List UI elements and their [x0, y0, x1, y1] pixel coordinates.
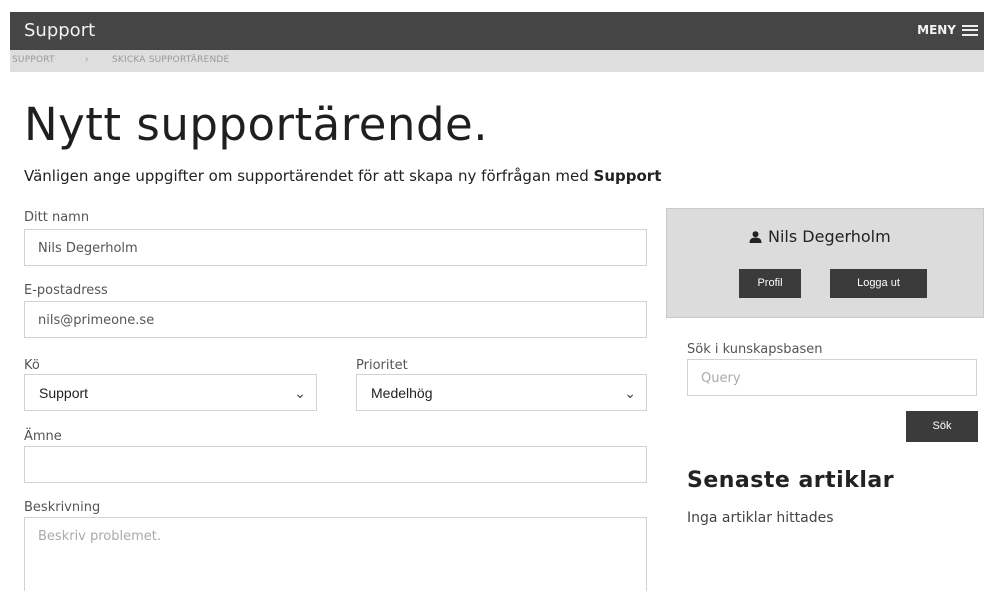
- kb-search-label: Sök i kunskapsbasen: [687, 342, 823, 357]
- priority-label: Prioritet: [356, 358, 408, 373]
- page-intro: Vänligen ange uppgifter om supportärende…: [24, 167, 661, 185]
- queue-select[interactable]: Support ⌄: [24, 374, 317, 411]
- breadcrumb-item-support[interactable]: SUPPORT: [12, 55, 55, 65]
- subject-field[interactable]: [24, 446, 647, 483]
- description-textarea[interactable]: Beskriv problemet.: [24, 517, 647, 591]
- kb-search-input[interactable]: Query: [687, 359, 977, 396]
- latest-articles-title: Senaste artiklar: [687, 468, 895, 493]
- user-icon: [749, 230, 762, 243]
- brand-title[interactable]: Support: [24, 20, 95, 41]
- description-placeholder: Beskriv problemet.: [38, 529, 162, 544]
- chevron-down-icon: ⌄: [294, 385, 306, 401]
- kb-search-button[interactable]: Sök: [906, 411, 978, 442]
- description-label: Beskrivning: [24, 500, 101, 515]
- breadcrumb-item-current: SKICKA SUPPORTÄRENDE: [112, 55, 230, 65]
- email-value: nils@primeone.se: [38, 313, 155, 328]
- email-field[interactable]: nils@primeone.se: [24, 301, 647, 338]
- intro-text: Vänligen ange uppgifter om supportärende…: [24, 167, 594, 185]
- menu-button[interactable]: MENY: [917, 23, 978, 37]
- user-name: Nils Degerholm: [749, 227, 891, 246]
- profile-button[interactable]: Profil: [739, 269, 801, 298]
- name-field[interactable]: Nils Degerholm: [24, 229, 647, 266]
- breadcrumb-separator: ›: [85, 55, 89, 65]
- email-label: E-postadress: [24, 283, 108, 298]
- kb-search-placeholder: Query: [701, 371, 741, 386]
- top-navigation-bar: Support MENY: [10, 12, 984, 50]
- hamburger-icon: [962, 24, 978, 36]
- menu-label: MENY: [917, 23, 956, 37]
- priority-select[interactable]: Medelhög ⌄: [356, 374, 647, 411]
- no-articles-text: Inga artiklar hittades: [687, 510, 834, 526]
- chevron-down-icon: ⌄: [624, 385, 636, 401]
- intro-service-name: Support: [593, 167, 662, 185]
- queue-value: Support: [39, 385, 89, 401]
- name-value: Nils Degerholm: [38, 241, 138, 256]
- user-name-text: Nils Degerholm: [768, 227, 891, 246]
- subject-label: Ämne: [24, 429, 62, 444]
- page-title: Nytt supportärende.: [24, 98, 489, 151]
- priority-value: Medelhög: [371, 385, 433, 401]
- logout-button[interactable]: Logga ut: [830, 269, 927, 298]
- breadcrumb: SUPPORT › SKICKA SUPPORTÄRENDE: [10, 50, 984, 72]
- queue-label: Kö: [24, 358, 40, 373]
- name-label: Ditt namn: [24, 210, 90, 225]
- user-panel: Nils Degerholm Profil Logga ut: [666, 208, 984, 318]
